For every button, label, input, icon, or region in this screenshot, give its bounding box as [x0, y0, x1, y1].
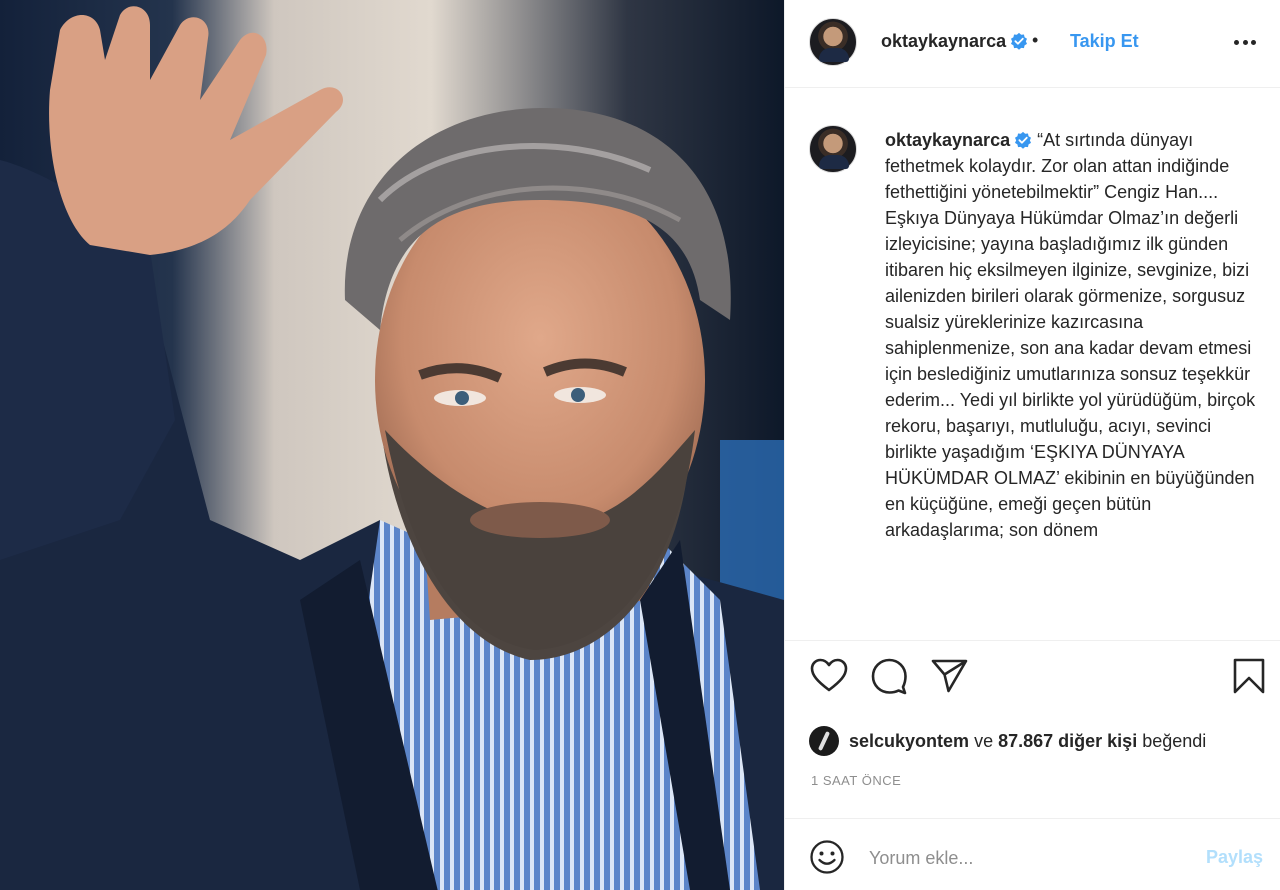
verified-badge-icon	[1011, 32, 1028, 50]
likes-connector: ve	[974, 730, 994, 751]
username-text[interactable]: oktaykaynarca	[881, 31, 1006, 51]
caption-body: “At sırtında dünyayı fethetmek kolaydır.…	[885, 130, 1256, 540]
action-bar	[785, 656, 1280, 706]
more-options-icon[interactable]	[1231, 28, 1259, 56]
caption-area[interactable]: oktaykaynarca “At sırtında dünyayı fethe…	[785, 89, 1280, 641]
verified-badge-icon	[1015, 131, 1032, 149]
paper-plane-icon[interactable]	[929, 656, 969, 696]
post-photo[interactable]	[0, 0, 784, 890]
caption: oktaykaynarca “At sırtında dünyayı fethe…	[885, 127, 1265, 543]
liker-avatar[interactable]	[809, 726, 839, 756]
liker-username[interactable]: selcukyontem	[849, 731, 969, 752]
caption-avatar[interactable]	[809, 125, 857, 173]
likes-count[interactable]: 87.867 diğer kişi	[998, 731, 1137, 752]
smiley-icon[interactable]	[809, 839, 845, 875]
post-timestamp[interactable]: 1 SAAT ÖNCE	[811, 773, 901, 788]
avatar[interactable]	[809, 18, 857, 66]
comment-bubble-icon[interactable]	[869, 656, 909, 696]
likes-suffix: beğendi	[1142, 730, 1207, 751]
caption-username[interactable]: oktaykaynarca	[885, 130, 1010, 150]
likes-summary: selcukyontem ve 87.867 diğer kişi beğend…	[809, 726, 1206, 756]
header-username[interactable]: oktaykaynarca	[881, 31, 1028, 52]
separator-dot: •	[1032, 30, 1039, 50]
heart-icon[interactable]	[809, 656, 849, 696]
post-header: oktaykaynarca • Takip Et	[785, 0, 1280, 88]
comment-bar: Paylaş	[785, 818, 1280, 890]
bookmark-icon[interactable]	[1229, 656, 1269, 696]
portrait-image	[0, 0, 784, 890]
follow-button[interactable]: Takip Et	[1070, 31, 1139, 52]
comment-input[interactable]	[869, 845, 1169, 871]
post-comment-button[interactable]: Paylaş	[1206, 847, 1263, 868]
post-side-panel: oktaykaynarca • Takip Et oktaykaynarca “…	[784, 0, 1280, 890]
